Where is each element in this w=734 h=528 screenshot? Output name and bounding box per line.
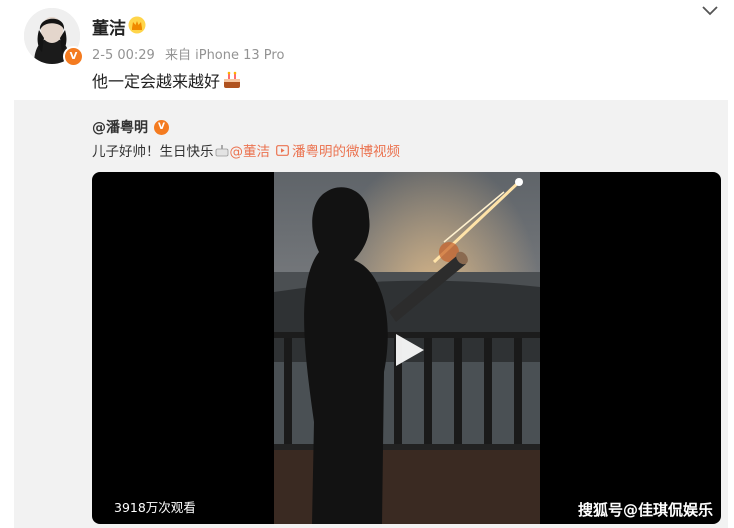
post-meta: 2-5 00:29 来自 iPhone 13 Pro	[92, 44, 290, 63]
post-source: 来自 iPhone 13 Pro	[164, 48, 285, 63]
small-cake-icon	[215, 145, 228, 157]
author-name[interactable]: 董洁	[92, 14, 126, 39]
video-link-label: 潘粤明的微博视频	[292, 144, 400, 160]
view-count: 3918万次观看	[114, 500, 196, 515]
repost-verified-badge: V	[154, 119, 169, 135]
post-text-content: 他一定会越来越好	[92, 72, 221, 91]
repost-author-row: @潘粤明 V	[92, 117, 169, 137]
chevron-down-icon[interactable]	[700, 4, 720, 18]
post-timestamp: 2-5 00:29	[92, 48, 155, 63]
video-link[interactable]: 潘粤明的微博视频	[276, 140, 400, 160]
repost-text-content: 儿子好帅！生日快乐	[92, 144, 214, 160]
cake-icon	[224, 71, 241, 88]
play-icon[interactable]	[388, 330, 428, 370]
watermark: 搜狐号@佳琪侃娱乐	[578, 501, 714, 519]
verified-badge: V	[63, 46, 84, 67]
post-text: 他一定会越来越好	[92, 68, 242, 92]
repost-text: 儿子好帅！生日快乐 @董洁 潘粤明的微博视频	[92, 140, 400, 160]
video-player[interactable]: 3918万次观看	[92, 172, 721, 524]
mention-link[interactable]: @董洁	[230, 140, 271, 160]
crown-icon	[128, 16, 146, 34]
video-icon	[276, 144, 289, 156]
repost-author[interactable]: @潘粤明	[92, 117, 148, 137]
